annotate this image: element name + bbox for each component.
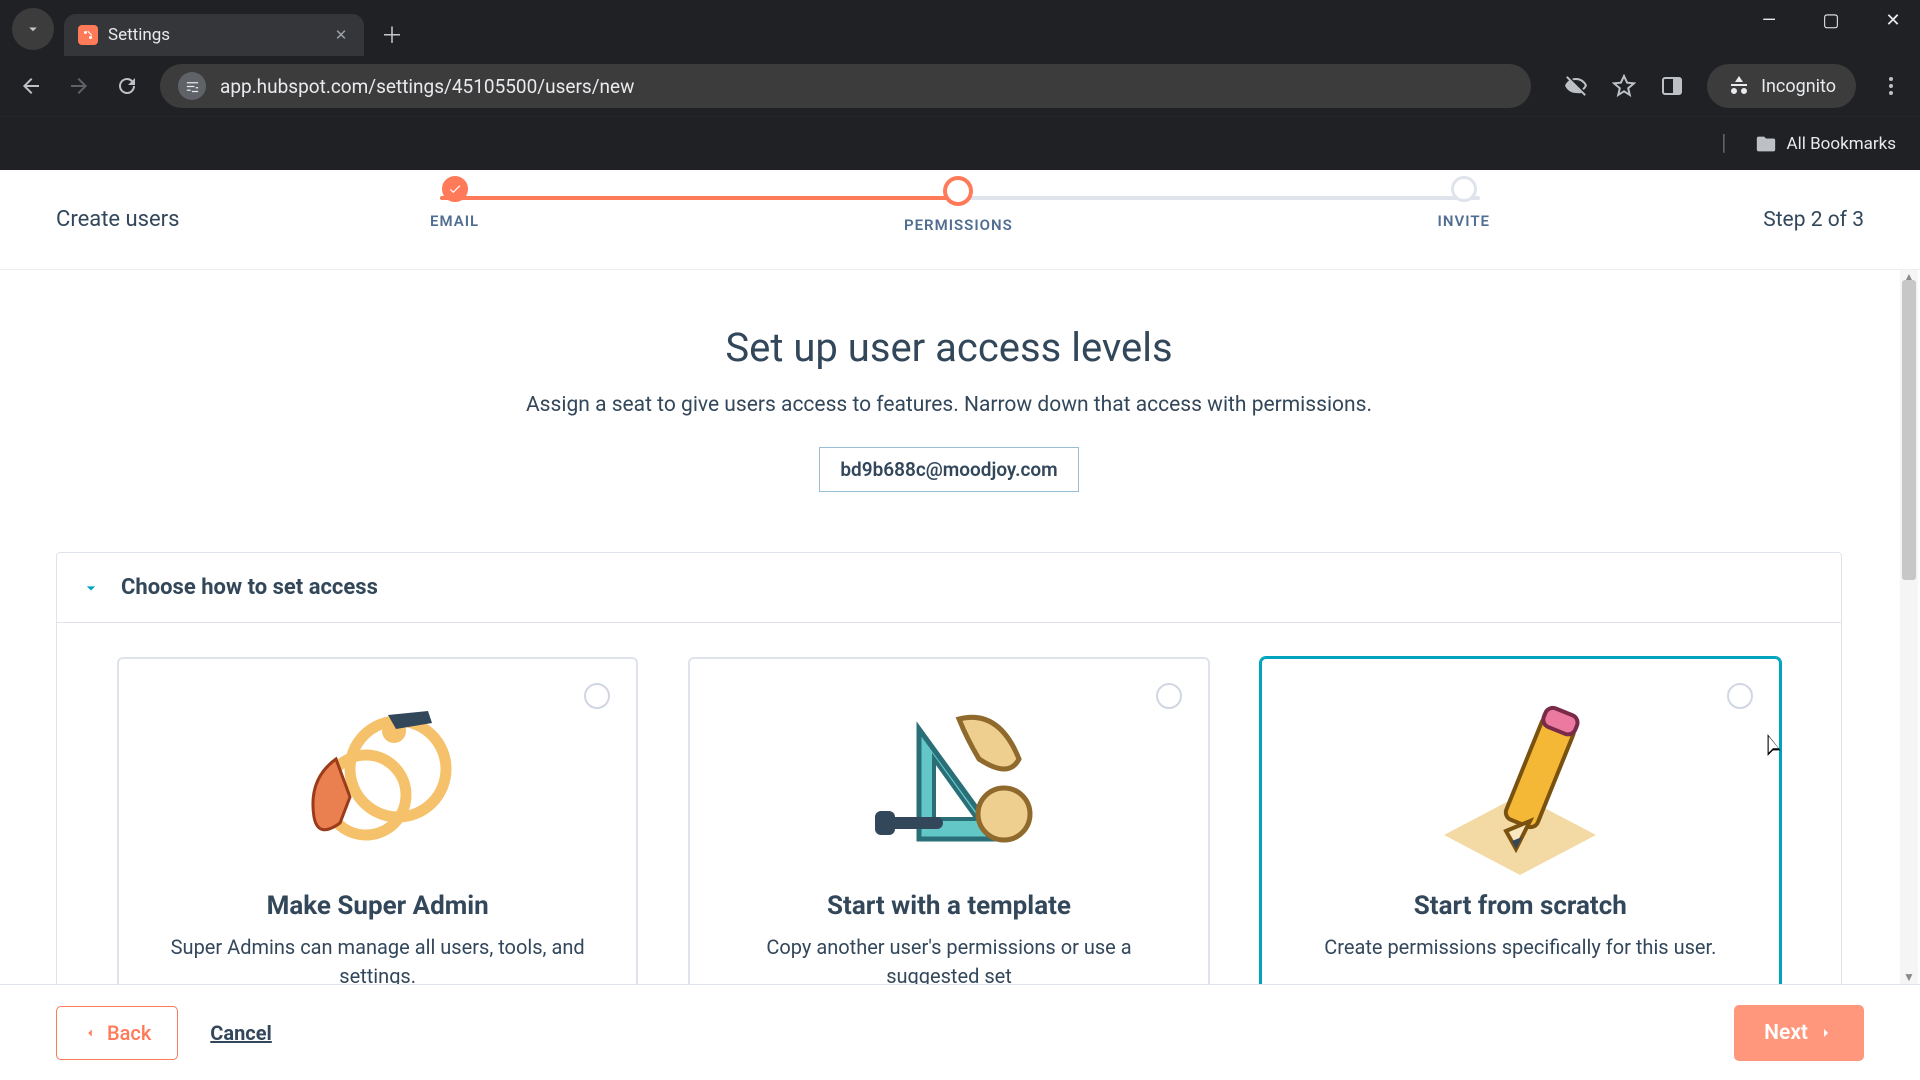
close-window-button[interactable]: ✕ — [1876, 10, 1910, 31]
chevron-down-icon — [24, 20, 42, 38]
address-bar[interactable]: app.hubspot.com/settings/45105500/users/… — [160, 64, 1531, 108]
maximize-window-button[interactable]: ▢ — [1814, 10, 1848, 31]
back-button[interactable] — [16, 71, 46, 101]
reload-icon — [115, 74, 139, 98]
step-indicator: Step 2 of 3 — [1763, 208, 1864, 232]
url-text: app.hubspot.com/settings/45105500/users/… — [220, 75, 634, 98]
star-icon — [1612, 74, 1636, 98]
check-icon — [448, 182, 462, 196]
new-tab-button[interactable]: ＋ — [374, 16, 410, 52]
section-title: Set up user access levels — [56, 324, 1842, 371]
divider: | — [1721, 131, 1726, 156]
chevron-right-icon — [1818, 1025, 1834, 1041]
radio-indicator — [1727, 683, 1753, 709]
pencil-icon — [1415, 689, 1625, 879]
scroll-down-button[interactable]: ▼ — [1900, 970, 1918, 984]
next-step-button[interactable]: Next — [1734, 1005, 1864, 1061]
wizard-step-label: INVITE — [1438, 212, 1490, 230]
wizard-step-label: PERMISSIONS — [904, 216, 1013, 234]
option-scratch[interactable]: Start from scratch Create permissions sp… — [1260, 657, 1781, 984]
browser-tab[interactable]: Settings ✕ — [64, 14, 364, 56]
card-title: Make Super Admin — [147, 891, 608, 921]
folder-icon — [1755, 133, 1777, 155]
accordion-label: Choose how to set access — [121, 575, 378, 600]
wizard-step-permissions[interactable]: PERMISSIONS — [904, 176, 1013, 234]
site-info-button[interactable] — [178, 72, 206, 100]
keys-icon — [273, 689, 483, 879]
bookmark-button[interactable] — [1611, 73, 1637, 99]
all-bookmarks-label: All Bookmarks — [1787, 134, 1896, 154]
panel-icon — [1660, 74, 1684, 98]
wizard-step-label: EMAIL — [430, 212, 479, 230]
cancel-button[interactable]: Cancel — [210, 1021, 272, 1045]
tab-title: Settings — [108, 25, 170, 45]
wizard-step-email[interactable]: EMAIL — [430, 176, 479, 234]
forward-button[interactable] — [64, 71, 94, 101]
eye-off-icon — [1564, 74, 1588, 98]
scrollbar-thumb[interactable] — [1902, 280, 1916, 580]
card-title: Start with a template — [718, 891, 1179, 921]
wizard-step-invite[interactable]: INVITE — [1438, 176, 1490, 234]
arrow-right-icon — [67, 74, 91, 98]
radio-indicator — [584, 683, 610, 709]
tune-icon — [185, 79, 200, 94]
option-super-admin[interactable]: Make Super Admin Super Admins can manage… — [117, 657, 638, 984]
wizard-stepper: EMAIL PERMISSIONS INVITE — [430, 176, 1490, 234]
tools-icon — [844, 689, 1054, 879]
next-label: Next — [1764, 1021, 1808, 1045]
minimize-window-button[interactable]: — — [1752, 10, 1786, 31]
user-email-chip: bd9b688c@moodjoy.com — [819, 447, 1078, 492]
radio-indicator — [1156, 683, 1182, 709]
chevron-down-icon — [81, 578, 101, 598]
incognito-label: Incognito — [1761, 76, 1836, 97]
chrome-menu-button[interactable] — [1878, 73, 1904, 99]
hubspot-favicon — [78, 25, 98, 45]
side-panel-button[interactable] — [1659, 73, 1685, 99]
card-title: Start from scratch — [1290, 891, 1751, 921]
incognito-icon — [1727, 74, 1751, 98]
chevron-left-icon — [83, 1026, 97, 1040]
kebab-icon — [1879, 74, 1903, 98]
page-title: Create users — [56, 207, 179, 232]
tracking-protection-button[interactable] — [1563, 73, 1589, 99]
card-desc: Copy another user's permissions or use a… — [718, 933, 1179, 984]
back-step-button[interactable]: Back — [56, 1006, 178, 1060]
back-label: Back — [107, 1021, 151, 1045]
all-bookmarks-button[interactable]: All Bookmarks — [1755, 133, 1896, 155]
reload-button[interactable] — [112, 71, 142, 101]
card-desc: Create permissions specifically for this… — [1290, 933, 1751, 962]
arrow-left-icon — [19, 74, 43, 98]
scrollbar[interactable]: ▲ ▼ — [1900, 270, 1918, 984]
card-desc: Super Admins can manage all users, tools… — [147, 933, 608, 984]
tab-search-button[interactable] — [12, 8, 54, 50]
close-tab-button[interactable]: ✕ — [332, 26, 350, 44]
option-template[interactable]: Start with a template Copy another user'… — [688, 657, 1209, 984]
accordion-toggle[interactable]: Choose how to set access — [57, 553, 1841, 623]
section-subtitle: Assign a seat to give users access to fe… — [56, 393, 1842, 417]
incognito-badge[interactable]: Incognito — [1707, 64, 1856, 108]
